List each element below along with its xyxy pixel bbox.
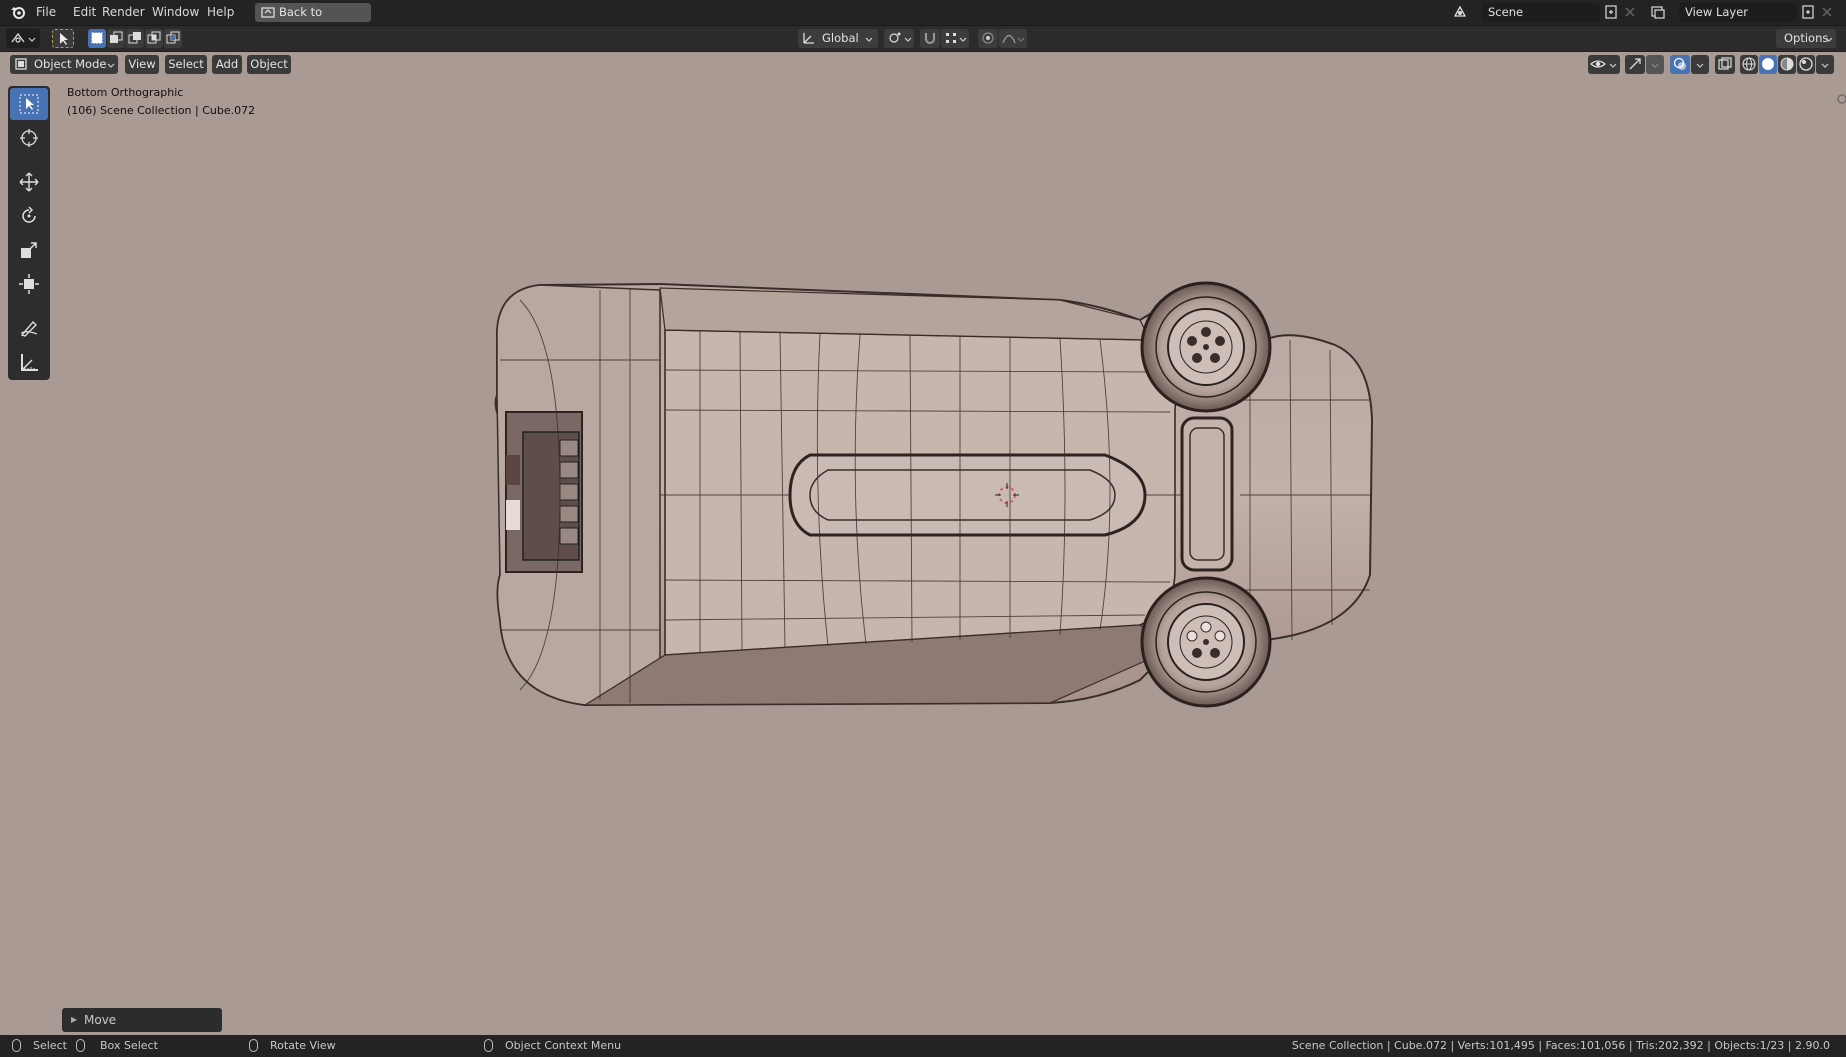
transform-icon bbox=[19, 274, 39, 294]
pencil-icon bbox=[20, 320, 38, 337]
chevron-down-icon bbox=[1696, 63, 1704, 68]
eye-icon bbox=[1590, 60, 1606, 68]
gizmo-dropdown[interactable] bbox=[1646, 55, 1664, 74]
status-bar: Select Box Select Rotate View Object Con… bbox=[0, 1035, 1846, 1057]
crosshair-cursor-icon bbox=[20, 129, 38, 147]
mouse-middle-icon bbox=[249, 1039, 258, 1052]
wheel-bottom[interactable] bbox=[1140, 576, 1272, 708]
viewport-canvas[interactable] bbox=[0, 0, 1846, 1057]
tool-select-box[interactable] bbox=[10, 88, 48, 120]
chevron-down-icon bbox=[1821, 63, 1829, 68]
view-menu[interactable]: View bbox=[125, 55, 159, 74]
tool-move[interactable] bbox=[10, 166, 48, 198]
scale-icon bbox=[21, 242, 37, 258]
wireframe-sphere-icon bbox=[1742, 57, 1756, 71]
status-context-menu: Object Context Menu bbox=[505, 1039, 622, 1052]
move-arrows-icon bbox=[19, 172, 39, 192]
wheel-top[interactable] bbox=[1140, 281, 1272, 413]
chevron-down-icon bbox=[107, 63, 115, 68]
status-select: Select bbox=[33, 1039, 67, 1052]
cursor-arrow-icon bbox=[19, 94, 39, 114]
select-menu[interactable]: Select bbox=[165, 55, 207, 74]
overlays-toggle[interactable] bbox=[1670, 55, 1690, 74]
viewport-header: Object Mode View Select Add Object bbox=[0, 52, 1846, 77]
overlays-icon bbox=[1673, 57, 1686, 70]
ruler-icon bbox=[21, 354, 38, 371]
tool-rotate[interactable] bbox=[10, 200, 48, 232]
shading-solid-button[interactable] bbox=[1759, 55, 1777, 74]
tool-measure[interactable] bbox=[10, 346, 48, 378]
mouse-left-icon bbox=[12, 1039, 21, 1052]
status-box-select: Box Select bbox=[100, 1039, 158, 1052]
material-sphere-icon bbox=[1780, 57, 1794, 71]
tool-cursor[interactable] bbox=[10, 122, 48, 154]
scene-statistics: Scene Collection | Cube.072 | Verts:101,… bbox=[1291, 1039, 1830, 1052]
tool-shelf bbox=[8, 86, 50, 380]
mouse-right-icon bbox=[484, 1039, 493, 1052]
object-menu[interactable]: Object bbox=[247, 55, 291, 74]
object-mode-label: Object Mode bbox=[34, 57, 107, 71]
expand-triangle-icon: ▶ bbox=[71, 1015, 78, 1024]
shading-material-button[interactable] bbox=[1778, 55, 1796, 74]
gizmo-toggle[interactable] bbox=[1625, 55, 1645, 74]
car-model-mesh[interactable] bbox=[494, 281, 1374, 708]
visibility-dropdown[interactable] bbox=[1588, 55, 1620, 74]
tool-annotate[interactable] bbox=[10, 312, 48, 344]
gizmo-icon bbox=[1629, 58, 1641, 70]
xray-toggle[interactable] bbox=[1715, 55, 1735, 74]
shading-wireframe-button[interactable] bbox=[1740, 55, 1758, 74]
add-menu[interactable]: Add bbox=[212, 55, 242, 74]
chevron-down-icon bbox=[1609, 63, 1617, 68]
tool-scale[interactable] bbox=[10, 234, 48, 266]
rendered-sphere-icon bbox=[1799, 57, 1813, 71]
object-mode-icon bbox=[15, 58, 27, 70]
mouse-box-icon bbox=[76, 1039, 85, 1052]
tool-transform[interactable] bbox=[10, 268, 48, 300]
object-mode-dropdown[interactable]: Object Mode bbox=[10, 55, 118, 74]
shading-dropdown[interactable] bbox=[1816, 55, 1834, 74]
xray-icon bbox=[1718, 57, 1732, 70]
status-rotate-view: Rotate View bbox=[270, 1039, 336, 1052]
rotate-icon bbox=[22, 206, 36, 223]
solid-sphere-icon bbox=[1762, 58, 1774, 70]
last-operator-label: Move bbox=[84, 1013, 117, 1027]
collection-info: (106) Scene Collection | Cube.072 bbox=[67, 104, 256, 117]
last-operator-panel[interactable]: ▶ Move bbox=[62, 1008, 222, 1032]
overlays-dropdown[interactable] bbox=[1691, 55, 1709, 74]
view-name: Bottom Orthographic bbox=[67, 86, 184, 99]
shading-rendered-button[interactable] bbox=[1797, 55, 1815, 74]
chevron-down-icon bbox=[1651, 63, 1659, 68]
navigation-gizmo-handle-icon[interactable] bbox=[1837, 94, 1846, 104]
